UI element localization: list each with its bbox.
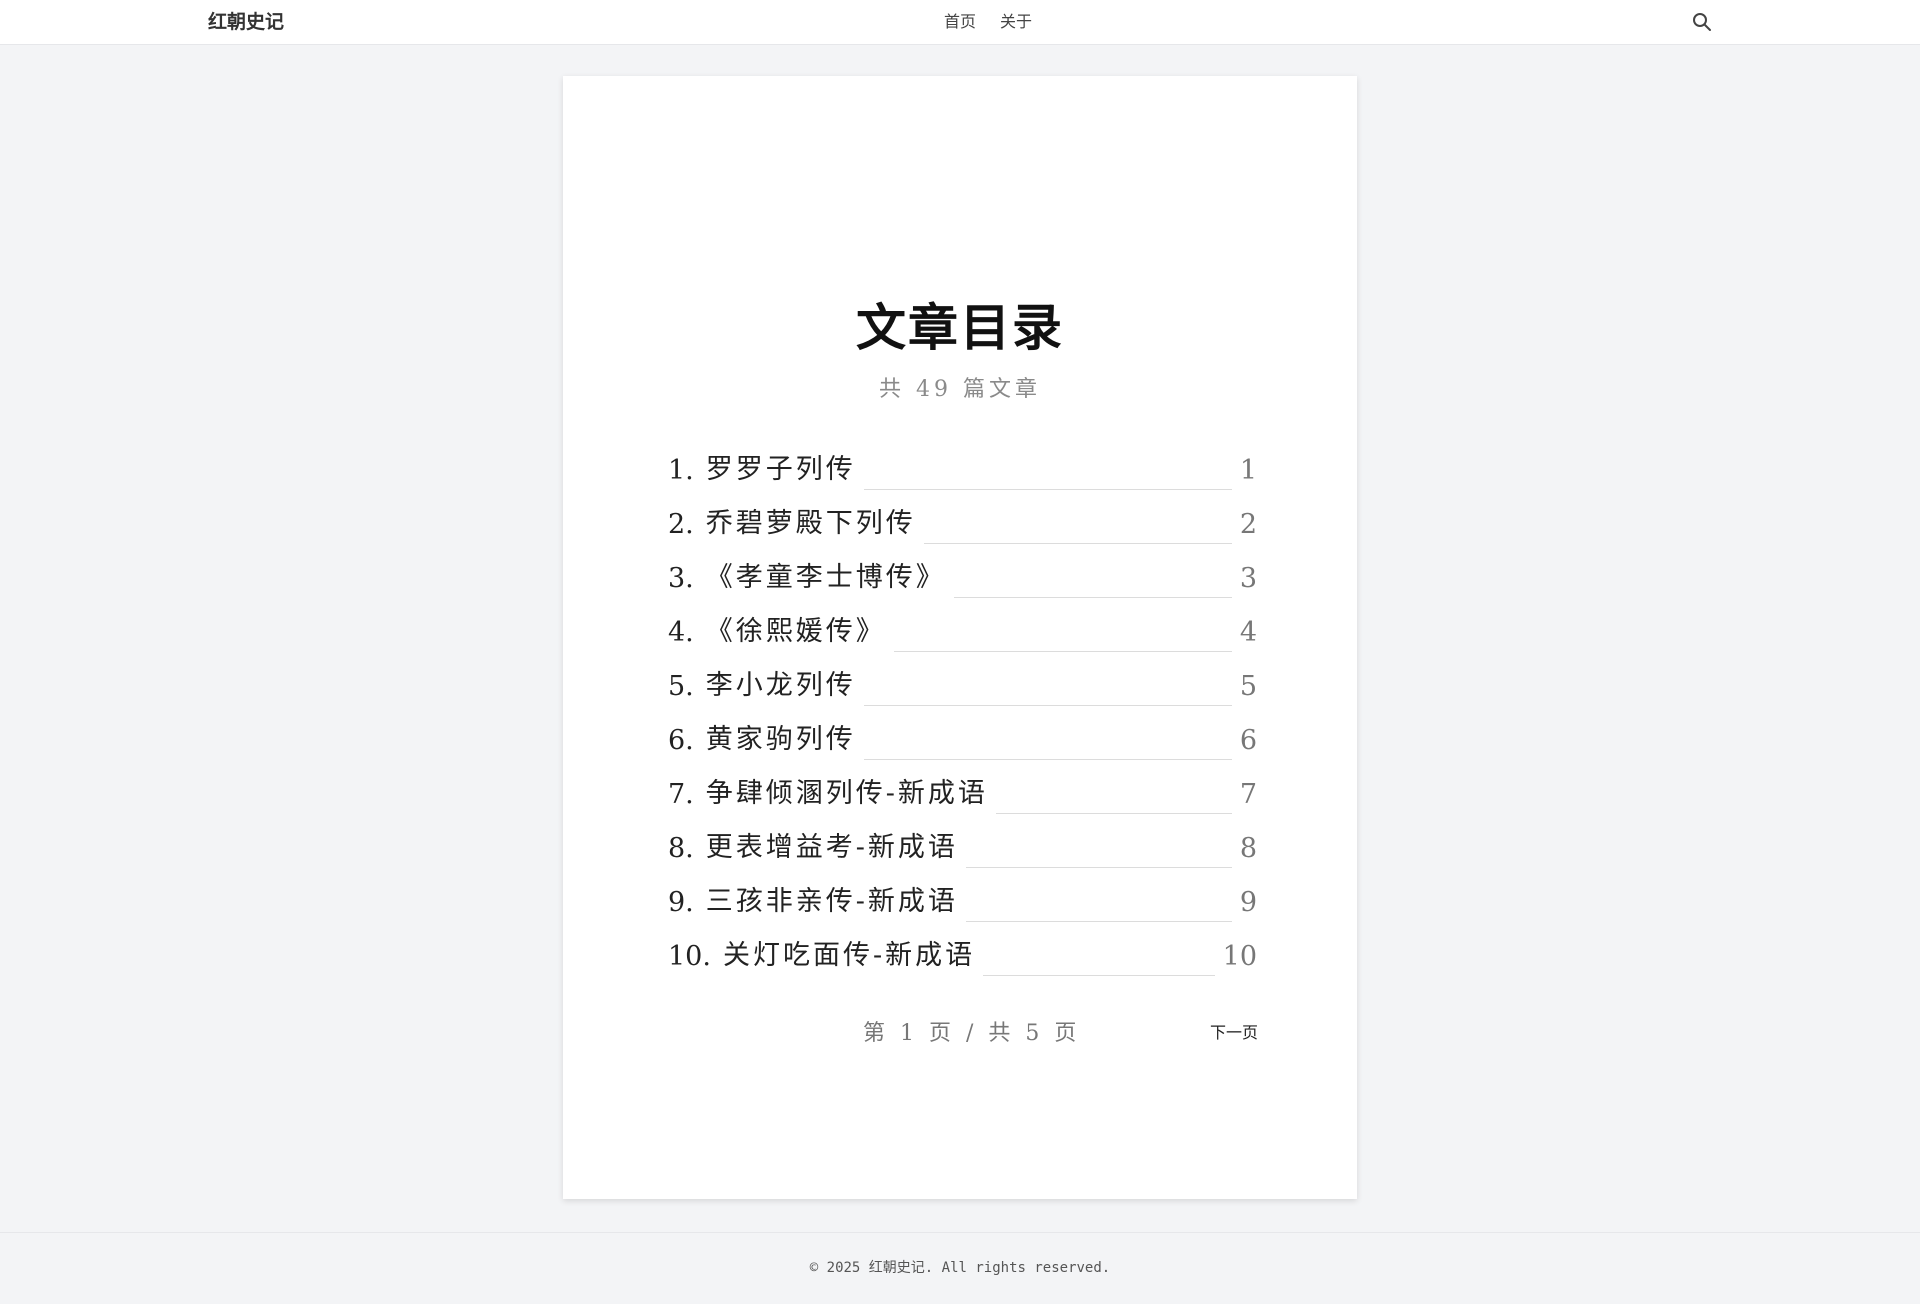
- site-brand-link[interactable]: 红朝史记: [208, 10, 284, 34]
- toc-item-page-number: 1: [1239, 455, 1257, 486]
- toc-item[interactable]: 2. 乔碧萝殿下列传 2: [668, 492, 1257, 546]
- pagination-info: 第 1 页 / 共 5 页: [863, 1021, 1081, 1046]
- toc-item-page-number: 3: [1239, 563, 1257, 594]
- toc-item[interactable]: 4. 《徐熙媛传》 4: [668, 600, 1257, 654]
- toc-item-number: 7.: [668, 779, 694, 810]
- toc-item[interactable]: 10. 关灯吃面传-新成语 10: [668, 924, 1257, 978]
- toc-leader-line: [893, 651, 1232, 652]
- toc-list: 1. 罗罗子列传 1 2. 乔碧萝殿下列传 2 3. 《孝童李士博传》 3 4. 《徐熙媛传》 4 5.…: [668, 438, 1257, 978]
- toc-item-number: 10.: [668, 941, 711, 972]
- search-button[interactable]: [1690, 10, 1714, 34]
- toc-item-number: 8.: [668, 833, 694, 864]
- toc-item[interactable]: 7. 争肆倾溷列传-新成语 7: [668, 762, 1257, 816]
- toc-leader-line: [923, 543, 1232, 544]
- next-page-button[interactable]: 下一页: [1210, 1022, 1258, 1044]
- toc-item-page-number: 6: [1239, 725, 1257, 756]
- toc-item[interactable]: 6. 黄家驹列传 6: [668, 708, 1257, 762]
- toc-item-title[interactable]: 黄家驹列传: [694, 717, 856, 762]
- toc-item-page-number: 4: [1239, 617, 1257, 648]
- copyright-text: © 2025 红朝史记. All rights reserved.: [809, 1260, 1111, 1276]
- toc-item[interactable]: 1. 罗罗子列传 1: [668, 438, 1257, 492]
- article-count: 共 49 篇文章: [879, 377, 1041, 402]
- top-navbar: 红朝史记 首页 关于: [0, 0, 1920, 45]
- toc-leader-line: [983, 975, 1215, 976]
- toc-item-number: 9.: [668, 887, 694, 918]
- toc-item-page-number: 2: [1239, 509, 1257, 540]
- toc-item[interactable]: 8. 更表增益考-新成语 8: [668, 816, 1257, 870]
- toc-item[interactable]: 3. 《孝童李士博传》 3: [668, 546, 1257, 600]
- toc-item[interactable]: 5. 李小龙列传 5: [668, 654, 1257, 708]
- nav-home-link[interactable]: 首页: [944, 11, 976, 33]
- toc-item-page-number: 10: [1222, 941, 1257, 972]
- toc-page: 文章目录 共 49 篇文章 1. 罗罗子列传 1 2. 乔碧萝殿下列传 2 3. 《孝童李士博…: [563, 76, 1357, 1199]
- toc-item-title[interactable]: 《徐熙媛传》: [694, 609, 886, 654]
- toc-item-number: 3.: [668, 563, 694, 594]
- toc-item-number: 4.: [668, 617, 694, 648]
- toc-item-title[interactable]: 三孩非亲传-新成语: [694, 879, 958, 924]
- toc-item-page-number: 9: [1239, 887, 1257, 918]
- search-icon: [1693, 13, 1711, 31]
- toc-item-number: 5.: [668, 671, 694, 702]
- toc-leader-line: [965, 921, 1232, 922]
- toc-item-number: 6.: [668, 725, 694, 756]
- site-footer: © 2025 红朝史记. All rights reserved.: [0, 1232, 1920, 1304]
- toc-leader-line: [863, 489, 1232, 490]
- toc-item[interactable]: 9. 三孩非亲传-新成语 9: [668, 870, 1257, 924]
- toc-item-title[interactable]: 《孝童李士博传》: [694, 555, 946, 600]
- toc-leader-line: [863, 759, 1232, 760]
- toc-leader-line: [953, 597, 1232, 598]
- toc-leader-line: [995, 813, 1232, 814]
- main-nav: 首页 关于: [944, 11, 1032, 33]
- toc-item-page-number: 5: [1239, 671, 1257, 702]
- toc-item-title[interactable]: 李小龙列传: [694, 663, 856, 708]
- toc-item-title[interactable]: 更表增益考-新成语: [694, 825, 958, 870]
- toc-item-page-number: 8: [1239, 833, 1257, 864]
- toc-item-page-number: 7: [1239, 779, 1257, 810]
- page-title: 文章目录: [856, 298, 1064, 357]
- toc-leader-line: [965, 867, 1232, 868]
- nav-about-link[interactable]: 关于: [1000, 11, 1032, 33]
- toc-item-title[interactable]: 争肆倾溷列传-新成语: [694, 771, 988, 816]
- toc-item-number: 1.: [668, 455, 694, 486]
- toc-item-title[interactable]: 罗罗子列传: [694, 447, 856, 492]
- toc-leader-line: [863, 705, 1232, 706]
- toc-item-title[interactable]: 乔碧萝殿下列传: [694, 501, 916, 546]
- toc-item-number: 2.: [668, 509, 694, 540]
- toc-item-title[interactable]: 关灯吃面传-新成语: [711, 933, 975, 978]
